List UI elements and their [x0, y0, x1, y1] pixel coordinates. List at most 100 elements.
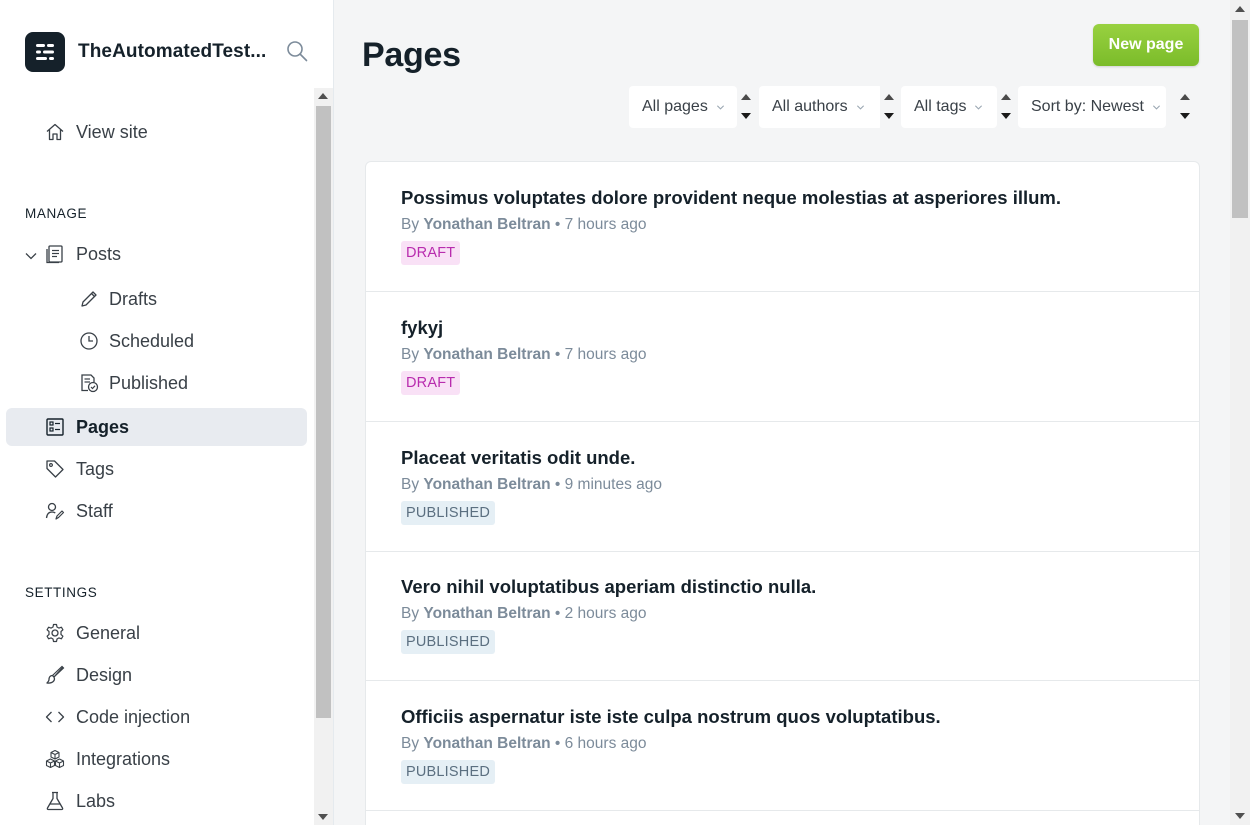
sidebar-item-scheduled[interactable]: Scheduled [6, 322, 307, 360]
scroll-up-arrow-icon[interactable] [318, 93, 328, 99]
page-item-title[interactable]: Officiis aspernatur iste iste culpa nost… [401, 706, 941, 728]
meta-by: By [401, 735, 420, 752]
sort-label: Sort by: Newest [1031, 98, 1144, 115]
sidebar-item-code-injection[interactable]: Code injection [6, 698, 307, 736]
search-icon[interactable] [286, 40, 308, 62]
list-item[interactable]: fykyj By Yonathan Beltran • 7 hours ago … [366, 292, 1199, 422]
status-badge: PUBLISHED [401, 760, 495, 784]
site-name: TheAutomatedTest... [78, 41, 267, 62]
sidebar-item-label: Drafts [109, 288, 158, 309]
chevron-down-icon[interactable] [24, 247, 38, 261]
sidebar-item-general[interactable]: General [6, 614, 307, 652]
sidebar: TheAutomatedTest... View site MANAGE Pos… [0, 0, 334, 825]
meta-by: By [401, 605, 420, 622]
page-item-title[interactable]: Possimus voluptates dolore provident neq… [401, 187, 1061, 209]
sidebar-item-label: Scheduled [109, 330, 195, 351]
sidebar-item-pages[interactable]: Pages [6, 408, 307, 446]
scroll-down-arrow-icon[interactable] [1235, 813, 1245, 819]
ghost-logo-icon [25, 32, 65, 72]
filter-type-spinner[interactable] [737, 86, 755, 128]
sidebar-item-label: General [76, 622, 141, 643]
page-item-meta: By Yonathan Beltran • 7 hours ago [401, 216, 647, 234]
status-badge: DRAFT [401, 371, 461, 395]
clock-icon [78, 330, 100, 352]
pages-list: Possimus voluptates dolore provident neq… [365, 161, 1200, 825]
page-item-title[interactable]: Placeat veritatis odit unde. [401, 447, 635, 469]
meta-by: By [401, 476, 420, 493]
meta-author: Yonathan Beltran [423, 476, 551, 493]
page-item-meta: By Yonathan Beltran • 9 minutes ago [401, 476, 662, 494]
document-check-icon [78, 372, 100, 394]
filter-tags-label: All tags [914, 98, 967, 115]
filter-authors-select[interactable]: All authors [759, 86, 883, 128]
sidebar-item-label: Posts [76, 243, 122, 264]
sidebar-item-label: View site [76, 121, 148, 142]
sidebar-item-integrations[interactable]: Integrations [6, 740, 307, 778]
page-item-meta: By Yonathan Beltran • 7 hours ago [401, 346, 647, 364]
sidebar-item-label: Published [109, 372, 189, 393]
filter-tags-spinner[interactable] [997, 86, 1015, 128]
meta-time: • 9 minutes ago [554, 476, 662, 493]
chevron-down-icon [856, 104, 864, 110]
meta-by: By [401, 216, 420, 233]
cubes-icon [44, 748, 66, 770]
sidebar-item-posts[interactable]: Posts [6, 235, 307, 273]
page-title: Pages [362, 36, 461, 74]
flask-icon [44, 790, 66, 812]
chevron-down-icon [1152, 104, 1160, 110]
page-grid-icon [44, 416, 66, 438]
meta-time: • 2 hours ago [554, 605, 647, 622]
list-item[interactable]: Officiis aspernatur iste iste culpa nost… [366, 681, 1199, 811]
sidebar-item-drafts[interactable]: Drafts [6, 280, 307, 318]
tag-icon [44, 458, 66, 480]
sidebar-scrollbar[interactable] [314, 88, 333, 825]
meta-author: Yonathan Beltran [423, 346, 551, 363]
meta-time: • 7 hours ago [554, 216, 647, 233]
page-item-title[interactable]: Vero nihil voluptatibus aperiam distinct… [401, 576, 816, 598]
sidebar-item-labs[interactable]: Labs [6, 782, 307, 820]
meta-by: By [401, 346, 420, 363]
sidebar-item-staff[interactable]: Staff [6, 492, 307, 530]
sidebar-item-published[interactable]: Published [6, 364, 307, 402]
status-badge: PUBLISHED [401, 630, 495, 654]
sidebar-item-tags[interactable]: Tags [6, 450, 307, 488]
meta-author: Yonathan Beltran [423, 605, 551, 622]
home-icon [44, 121, 66, 143]
scrollbar-thumb[interactable] [1232, 20, 1248, 218]
sidebar-item-label: Integrations [76, 748, 171, 769]
chevron-down-icon [975, 104, 983, 110]
list-item[interactable]: Possimus voluptates dolore provident neq… [366, 162, 1199, 292]
meta-author: Yonathan Beltran [423, 216, 551, 233]
meta-time: • 6 hours ago [554, 735, 647, 752]
sidebar-item-label: Labs [76, 790, 116, 811]
scrollbar-thumb[interactable] [316, 106, 331, 718]
document-icon [44, 243, 66, 265]
sidebar-item-design[interactable]: Design [6, 656, 307, 694]
chevron-down-icon [716, 104, 724, 110]
sort-spinner[interactable] [1176, 86, 1194, 128]
filter-type-select[interactable]: All pages [629, 86, 737, 128]
sidebar-item-view-site[interactable]: View site [6, 113, 307, 151]
main-content: Pages New page All pages All authors All… [335, 0, 1230, 825]
main-scrollbar[interactable] [1230, 0, 1250, 825]
sort-select[interactable]: Sort by: Newest [1018, 86, 1166, 128]
filter-authors-spinner[interactable] [880, 86, 898, 128]
code-icon [44, 706, 66, 728]
user-icon [44, 500, 66, 522]
scroll-down-arrow-icon[interactable] [318, 814, 328, 820]
list-item[interactable]: Vero nihil voluptatibus aperiam distinct… [366, 551, 1199, 681]
filter-type-label: All pages [642, 98, 708, 115]
page-item-meta: By Yonathan Beltran • 6 hours ago [401, 735, 647, 753]
filter-tags-select[interactable]: All tags [901, 86, 997, 128]
page-item-meta: By Yonathan Beltran • 2 hours ago [401, 605, 647, 623]
meta-author: Yonathan Beltran [423, 735, 551, 752]
list-item[interactable]: Placeat veritatis odit unde. By Yonathan… [366, 422, 1199, 552]
brand[interactable]: TheAutomatedTest... [25, 32, 273, 72]
brush-icon [44, 664, 66, 686]
gear-icon [44, 622, 66, 644]
page-item-title[interactable]: fykyj [401, 317, 443, 339]
status-badge: DRAFT [401, 241, 461, 265]
section-title-settings: SETTINGS [25, 585, 98, 600]
scroll-up-arrow-icon[interactable] [1235, 6, 1245, 12]
new-page-button[interactable]: New page [1093, 24, 1199, 66]
